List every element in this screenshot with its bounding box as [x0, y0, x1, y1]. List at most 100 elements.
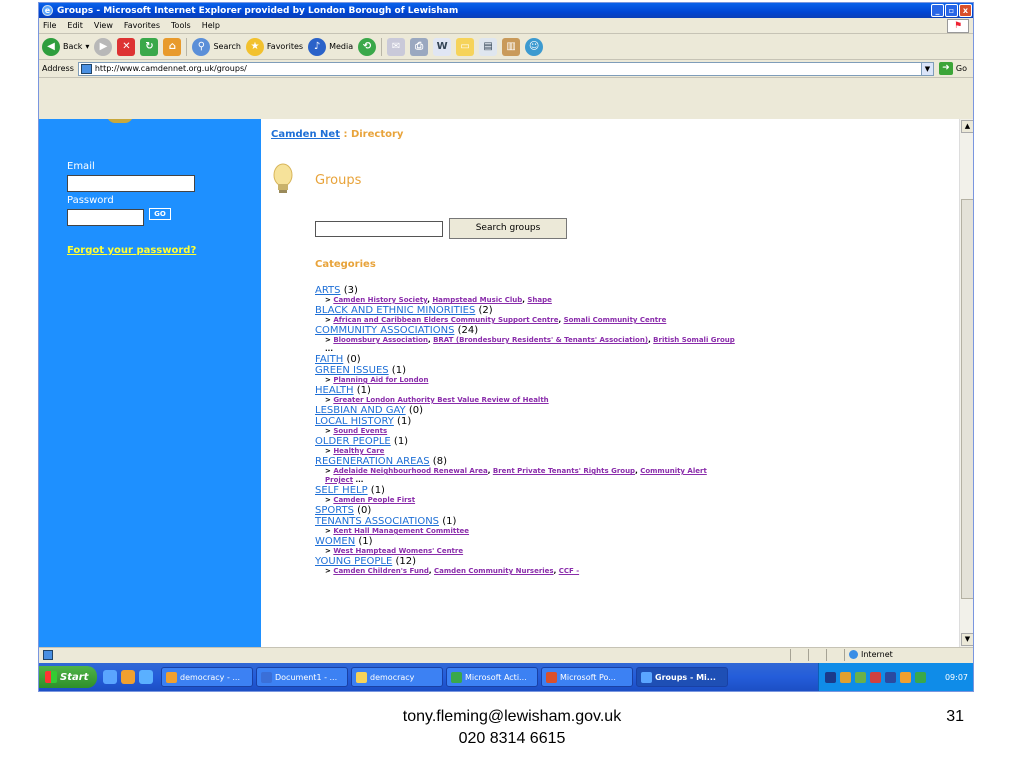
group-link[interactable]: African and Caribbean Elders Community S…	[333, 316, 558, 324]
category-link[interactable]: LOCAL HISTORY	[315, 416, 394, 427]
tray-icon[interactable]	[870, 671, 881, 683]
go-button[interactable]: ➜ Go	[938, 62, 967, 75]
group-link[interactable]: Brent Private Tenants' Rights Group	[493, 467, 635, 475]
start-button[interactable]: Start	[39, 666, 97, 688]
windows-logo-icon: ⚑	[947, 19, 969, 33]
category-link[interactable]: COMMUNITY ASSOCIATIONS	[315, 325, 454, 336]
print-button[interactable]: ⎙	[410, 37, 429, 56]
tray-icon[interactable]	[915, 671, 926, 683]
group-link[interactable]: Kent Hall Management Committee	[333, 527, 469, 535]
group-link[interactable]: Camden Community Nurseries	[434, 567, 554, 575]
media-button[interactable]: ♪ Media	[308, 37, 353, 56]
category-link[interactable]: FAITH	[315, 354, 343, 365]
group-link[interactable]: Camden Children's Fund	[333, 567, 429, 575]
forgot-password-link[interactable]: Forgot your password?	[67, 245, 196, 256]
category-link[interactable]: ARTS	[315, 285, 341, 296]
group-link[interactable]: Adelaide Neighbourhood Renewal Area	[333, 467, 487, 475]
group-link[interactable]: BRAT (Brondesbury Residents' & Tenants' …	[433, 336, 648, 344]
taskbar-task-button[interactable]: democracy	[351, 667, 443, 687]
history-button[interactable]: ⟲	[358, 37, 377, 56]
group-link[interactable]: Hampstead Music Club	[432, 296, 522, 304]
search-groups-button[interactable]: Search groups	[449, 218, 567, 239]
email-field[interactable]	[67, 175, 195, 192]
category-link[interactable]: SELF HELP	[315, 485, 368, 496]
close-button[interactable]: x	[959, 4, 972, 17]
task-label: democracy - ...	[180, 672, 241, 682]
group-link[interactable]: Bloomsbury Association	[333, 336, 428, 344]
category-link[interactable]: REGENERATION AREAS	[315, 456, 430, 467]
tray-icon[interactable]	[885, 671, 896, 683]
globe-icon	[849, 650, 858, 659]
menu-edit[interactable]: Edit	[67, 21, 83, 30]
address-dropdown-icon[interactable]: ▼	[920, 62, 933, 75]
group-link[interactable]: Somali Community Centre	[564, 316, 667, 324]
login-go-button[interactable]: GO	[149, 208, 171, 220]
maximize-button[interactable]: ▫	[945, 4, 958, 17]
menu-help[interactable]: Help	[202, 21, 220, 30]
quick-launch-app-icon[interactable]	[121, 670, 135, 684]
taskbar-task-button[interactable]: Document1 - ...	[256, 667, 348, 687]
scroll-thumb[interactable]	[961, 199, 973, 599]
group-link[interactable]: Greater London Authority Best Value Revi…	[333, 396, 548, 404]
home-button[interactable]: ⌂	[163, 37, 182, 56]
category-link[interactable]: YOUNG PEOPLE	[315, 556, 392, 567]
refresh-button[interactable]: ↻	[140, 37, 159, 56]
category-subgroups: > Healthy Care	[325, 447, 385, 455]
page-button[interactable]: ▤	[479, 37, 498, 56]
category-link[interactable]: HEALTH	[315, 385, 354, 396]
password-field[interactable]	[67, 209, 144, 226]
group-link[interactable]: West Hamptead Womens' Centre	[333, 547, 463, 555]
breadcrumb-camden-net-link[interactable]: Camden Net	[271, 129, 340, 140]
scroll-up-icon[interactable]: ▲	[961, 120, 973, 133]
back-button[interactable]: ◀ Back ▾	[42, 37, 89, 56]
group-link[interactable]: British Somali Group	[653, 336, 735, 344]
favorites-button[interactable]: ★ Favorites	[245, 37, 303, 56]
search-button[interactable]: ⚲ Search	[192, 37, 241, 56]
tray-icon[interactable]	[840, 671, 851, 683]
group-link[interactable]: Planning Aid for London	[333, 376, 428, 384]
category-link[interactable]: GREEN ISSUES	[315, 365, 389, 376]
category-link[interactable]: TENANTS ASSOCIATIONS	[315, 516, 439, 527]
group-link[interactable]: Shape	[527, 296, 552, 304]
group-link[interactable]: Camden People First	[333, 496, 415, 504]
forward-button[interactable]: ▶	[94, 37, 113, 56]
mail-button[interactable]: ✉	[387, 37, 406, 56]
research-button[interactable]: ▥	[502, 37, 521, 56]
category-title: HEALTH (1)	[315, 385, 735, 396]
stop-button[interactable]: ✕	[117, 37, 136, 56]
menu-favorites[interactable]: Favorites	[124, 21, 160, 30]
search-groups-input[interactable]	[315, 221, 443, 237]
category-item: FAITH (0)	[315, 354, 735, 365]
menu-view[interactable]: View	[94, 21, 113, 30]
status-pane	[808, 648, 826, 661]
clock: 09:07	[944, 672, 968, 682]
taskbar-task-button[interactable]: Microsoft Acti...	[446, 667, 538, 687]
address-input[interactable]: http://www.camdennet.org.uk/groups/ ▼	[77, 61, 934, 76]
messenger-button[interactable]: ☺	[525, 37, 544, 56]
tray-icon[interactable]	[855, 671, 866, 683]
category-link[interactable]: WOMEN	[315, 536, 355, 547]
language-icon[interactable]	[825, 671, 836, 683]
edit-button[interactable]: W	[433, 37, 452, 56]
category-link[interactable]: BLACK AND ETHNIC MINORITIES	[315, 305, 475, 316]
menu-file[interactable]: File	[43, 21, 56, 30]
scroll-down-icon[interactable]: ▼	[961, 633, 973, 646]
group-link[interactable]: Sound Events	[333, 427, 387, 435]
tray-icon[interactable]	[900, 671, 911, 683]
vertical-scrollbar[interactable]: ▲ ▼	[959, 119, 973, 647]
category-link[interactable]: LESBIAN AND GAY	[315, 405, 406, 416]
category-link[interactable]: OLDER PEOPLE	[315, 436, 391, 447]
quick-launch-ie-icon[interactable]	[103, 670, 117, 684]
category-link[interactable]: SPORTS	[315, 505, 354, 516]
task-app-icon	[356, 671, 367, 683]
minimize-button[interactable]: _	[931, 4, 944, 17]
menu-tools[interactable]: Tools	[171, 21, 191, 30]
folder-button[interactable]: ▭	[456, 37, 475, 56]
quick-launch-desktop-icon[interactable]	[139, 670, 153, 684]
group-link[interactable]: CCF -	[559, 567, 579, 575]
taskbar-task-button[interactable]: democracy - ...	[161, 667, 253, 687]
taskbar-task-button[interactable]: Microsoft Po...	[541, 667, 633, 687]
group-link[interactable]: Camden History Society	[333, 296, 427, 304]
taskbar-task-button[interactable]: Groups - Mi...	[636, 667, 728, 687]
group-link[interactable]: Healthy Care	[333, 447, 384, 455]
